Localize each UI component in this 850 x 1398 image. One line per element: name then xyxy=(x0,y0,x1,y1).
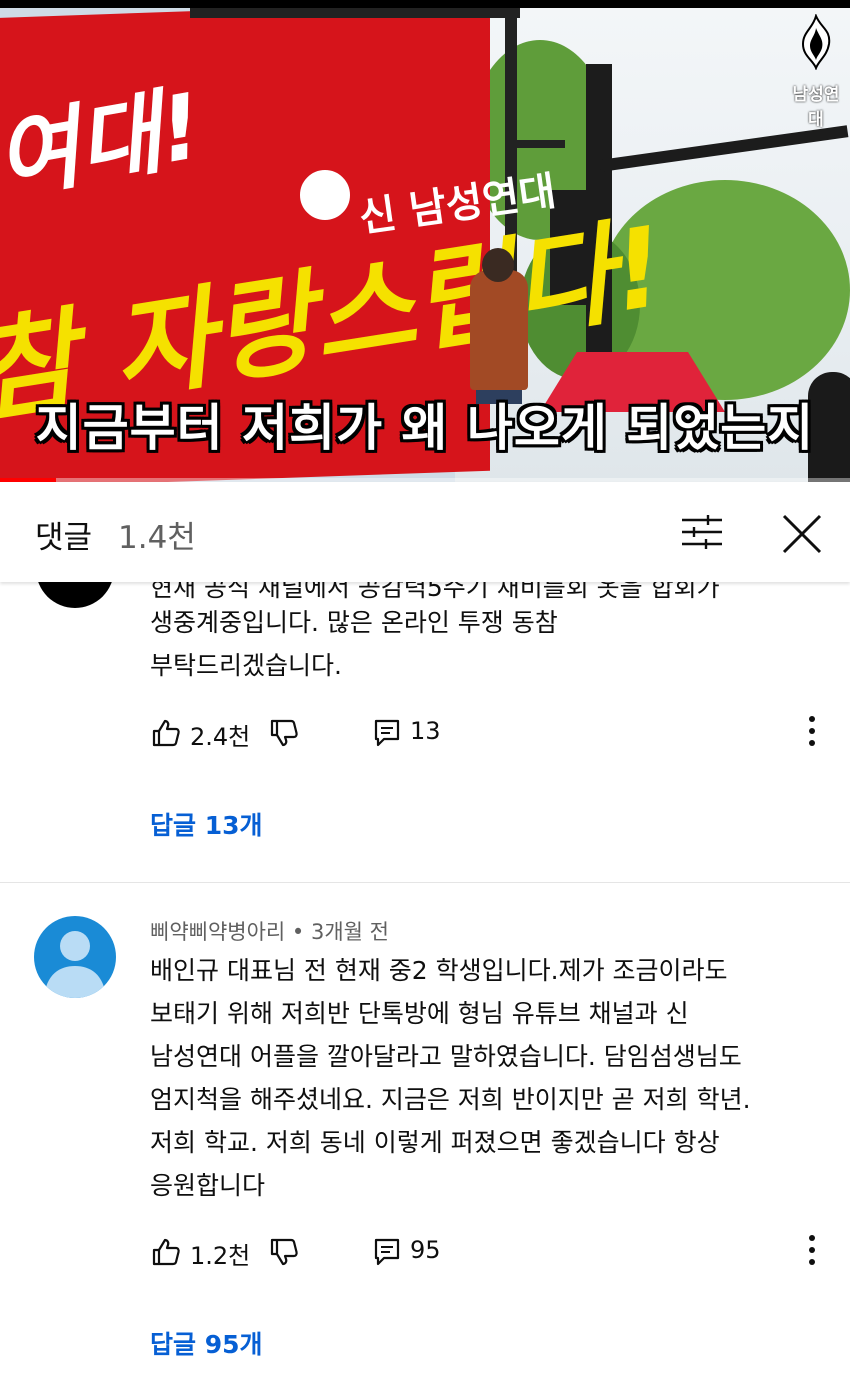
dislike-icon[interactable] xyxy=(268,1236,300,1268)
comment-text-line: 응원합니다 xyxy=(150,1171,266,1200)
channel-logo-icon xyxy=(801,12,831,71)
comment-text-line: 저희 학교. 저희 동네 이렇게 퍼졌으면 좋겠습니다 항상 xyxy=(150,1128,720,1157)
comment-author[interactable]: 삐약삐약병아리 • 3개월 전 xyxy=(150,916,389,946)
comments-count: 1.4천 xyxy=(118,520,196,556)
comment-divider xyxy=(0,882,850,883)
like-count: 2.4천 xyxy=(190,723,251,751)
reply-count: 13 xyxy=(410,717,441,745)
view-replies-link[interactable]: 답글 95개 xyxy=(150,1325,263,1361)
reply-count: 95 xyxy=(410,1236,441,1264)
comment-text-line: 부탁드리겠습니다. xyxy=(150,651,342,680)
status-bar xyxy=(0,0,850,8)
reply-icon[interactable] xyxy=(372,717,404,749)
video-caption: 지금부터 저희가 왜 나오게 되었는지 xyxy=(35,399,815,457)
banner-logo-icon xyxy=(300,170,350,220)
sliders-icon xyxy=(682,515,722,549)
channel-watermark: 남성연대 xyxy=(786,12,846,130)
comment-text-line: 배인규 대표님 전 현재 중2 학생입니다.제가 조금이라도 xyxy=(150,956,728,985)
default-avatar-icon xyxy=(44,931,106,998)
stage-truss xyxy=(190,8,520,18)
reply-icon[interactable] xyxy=(372,1236,404,1268)
channel-watermark-text: 남성연대 xyxy=(792,85,840,130)
comment-text-line: 현재 공식 채널에서 공감력5주기 채비를회 옷을 합회가 xyxy=(150,582,720,602)
comment-text-line: 생중계중입니다. 많은 온라인 투쟁 동참 xyxy=(150,608,558,637)
like-icon[interactable] xyxy=(150,1236,182,1268)
more-options-icon[interactable] xyxy=(804,1232,820,1268)
speaker-person xyxy=(482,248,514,282)
view-replies-link[interactable]: 답글 13개 xyxy=(150,806,263,842)
comment-actions: 1.2천 95 xyxy=(150,1232,840,1272)
avatar[interactable] xyxy=(34,916,116,998)
like-count: 1.2천 xyxy=(190,1242,251,1270)
more-options-icon[interactable] xyxy=(804,713,820,749)
sort-filter-button[interactable] xyxy=(680,512,724,552)
video-player[interactable]: 여대! 참 자랑스럽다! 신 남성연대 남성연대 지금부터 저희가 왜 나오게 … xyxy=(0,0,850,482)
comment-text-line: 남성연대 어플을 깔아달라고 말하였습니다. 담임섬생님도 xyxy=(150,1042,742,1071)
like-icon[interactable] xyxy=(150,717,182,749)
close-button[interactable] xyxy=(780,512,824,556)
stage-truss xyxy=(505,140,565,148)
comment-actions: 2.4천 13 xyxy=(150,713,840,753)
comment-text-line: 보태기 위해 저희반 단톡방에 형님 유튜브 채널과 신 xyxy=(150,999,689,1028)
close-icon xyxy=(782,514,822,554)
comments-header: 댓글 1.4천 xyxy=(0,482,850,582)
comments-title: 댓글 xyxy=(35,520,93,556)
dislike-icon[interactable] xyxy=(268,717,300,749)
avatar[interactable] xyxy=(36,582,114,608)
speaker-person xyxy=(470,270,528,390)
comments-list[interactable]: 현재 공식 채널에서 공감력5주기 채비를회 옷을 합회가 생중계중입니다. 많… xyxy=(0,582,850,1398)
comment-text-line: 엄지척을 해주셨네요. 지금은 저희 반이지만 곧 저희 학년. xyxy=(150,1085,751,1114)
